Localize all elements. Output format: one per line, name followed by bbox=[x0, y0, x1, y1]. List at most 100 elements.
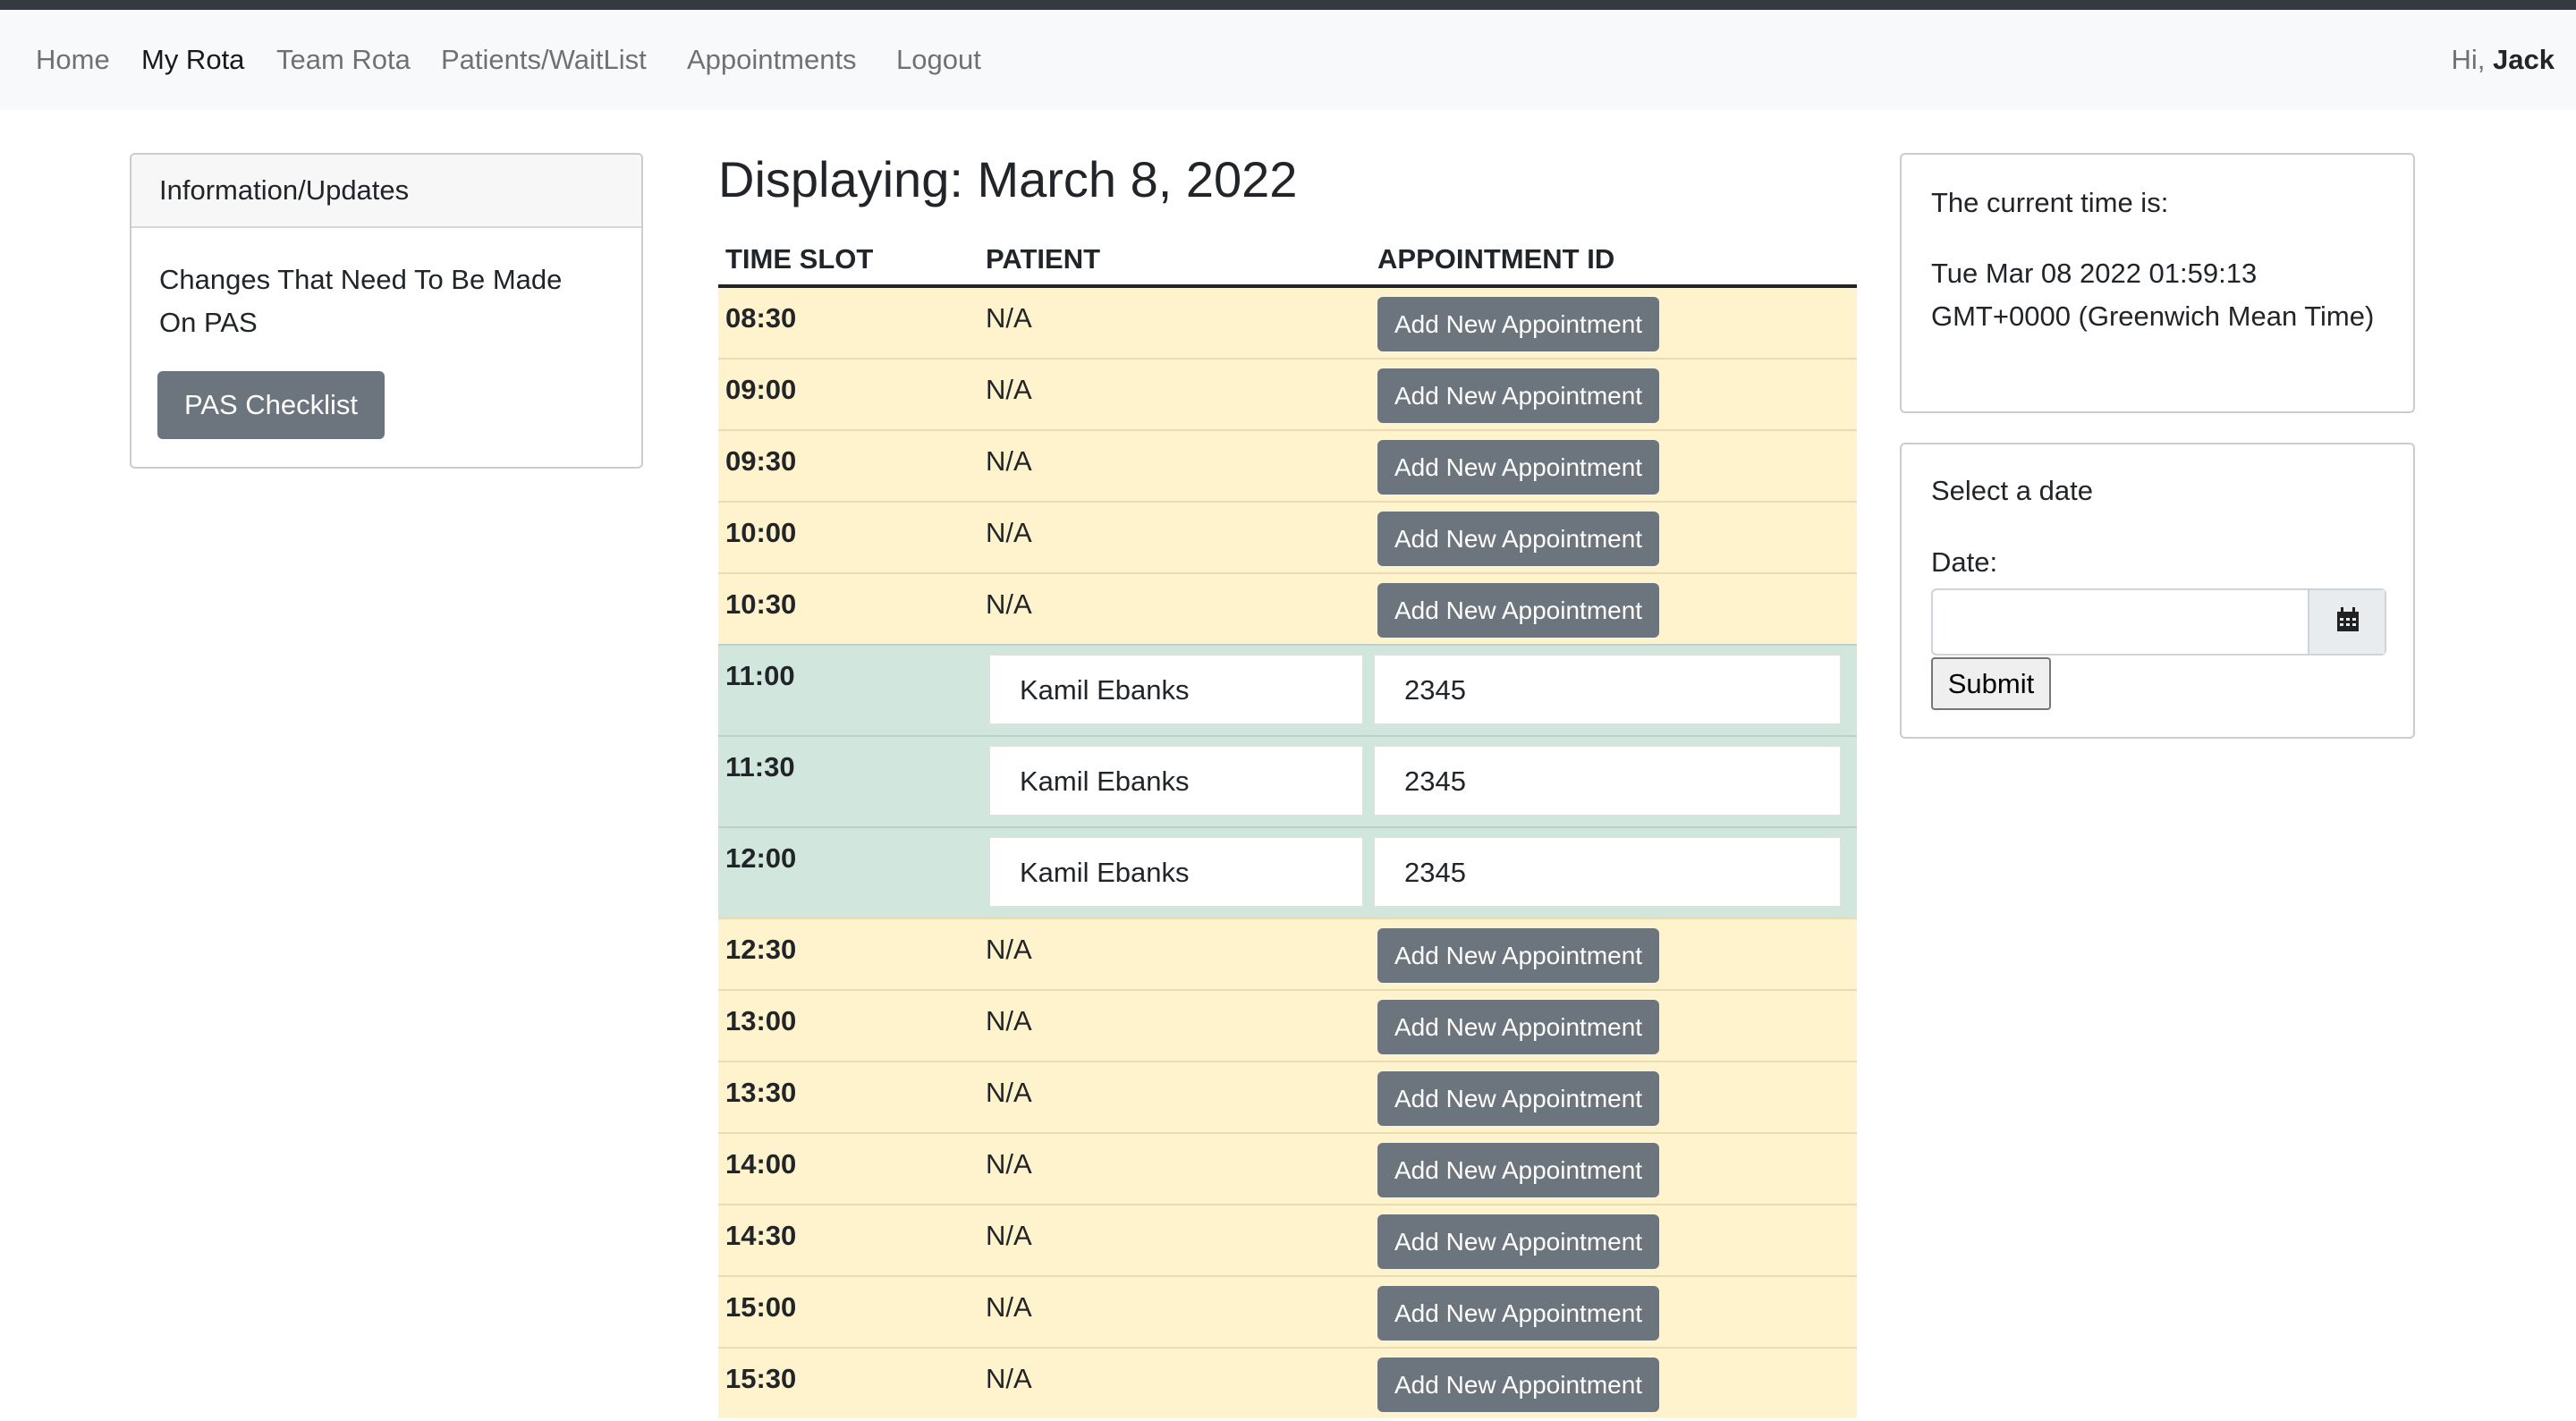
patient-name[interactable]: Kamil Ebanks bbox=[989, 655, 1363, 724]
time-slot: 14:30 bbox=[725, 1220, 797, 1251]
appointment-cell: Add New Appointment bbox=[1370, 1275, 1857, 1348]
appointment-cell: Add New Appointment bbox=[1370, 1204, 1857, 1276]
table-header-row: TIME SLOT PATIENT APPOINTMENT ID bbox=[718, 234, 1857, 288]
patient-na: N/A bbox=[986, 374, 1032, 405]
appointment-id[interactable]: 2345 bbox=[1374, 746, 1841, 816]
time-slot-cell: 15:00 bbox=[718, 1275, 979, 1348]
appointment-cell: Add New Appointment bbox=[1370, 1132, 1857, 1205]
add-new-appointment-button[interactable]: Add New Appointment bbox=[1377, 368, 1660, 423]
time-slot-cell: 12:00 bbox=[718, 826, 979, 918]
patient-cell: N/A bbox=[979, 1204, 1370, 1276]
date-input-group bbox=[1931, 588, 2386, 656]
table-row: 15:30 N/A Add New Appointment bbox=[718, 1347, 1857, 1418]
time-slot-cell: 11:30 bbox=[718, 735, 979, 827]
add-new-appointment-button[interactable]: Add New Appointment bbox=[1377, 1000, 1660, 1054]
add-new-appointment-button[interactable]: Add New Appointment bbox=[1377, 1071, 1660, 1126]
time-slot: 10:30 bbox=[725, 588, 797, 620]
patient-cell: Kamil Ebanks bbox=[979, 735, 1370, 827]
add-new-appointment-button[interactable]: Add New Appointment bbox=[1377, 1214, 1660, 1269]
table-row: 12:30 N/A Add New Appointment bbox=[718, 918, 1857, 990]
patient-name[interactable]: Kamil Ebanks bbox=[989, 746, 1363, 816]
calendar-button[interactable] bbox=[2308, 590, 2385, 654]
add-new-appointment-button[interactable]: Add New Appointment bbox=[1377, 1143, 1660, 1197]
nav-home[interactable]: Home bbox=[36, 10, 110, 110]
patient-na: N/A bbox=[986, 1148, 1032, 1180]
time-slot: 11:00 bbox=[725, 660, 795, 691]
info-card-header: Information/Updates bbox=[131, 155, 641, 228]
appointment-cell: Add New Appointment bbox=[1370, 358, 1857, 430]
patient-cell: Kamil Ebanks bbox=[979, 826, 1370, 918]
nav-patients-waitlist[interactable]: Patients/WaitList bbox=[441, 10, 647, 110]
patient-na: N/A bbox=[986, 1363, 1032, 1394]
patient-cell: N/A bbox=[979, 1347, 1370, 1418]
submit-button[interactable]: Submit bbox=[1931, 657, 2051, 710]
navbar: Home My Rota Team Rota Patients/WaitList… bbox=[0, 10, 2576, 110]
time-slot-cell: 13:30 bbox=[718, 1061, 979, 1133]
current-time-label: The current time is: bbox=[1931, 187, 2169, 218]
user-name: Jack bbox=[2493, 44, 2555, 75]
appointment-id[interactable]: 2345 bbox=[1374, 655, 1841, 724]
add-new-appointment-button[interactable]: Add New Appointment bbox=[1377, 928, 1660, 983]
patient-na: N/A bbox=[986, 1077, 1032, 1108]
appointment-cell: 2345 bbox=[1370, 644, 1857, 736]
appointment-cell: Add New Appointment bbox=[1370, 918, 1857, 990]
table-row: 09:30 N/A Add New Appointment bbox=[718, 429, 1857, 502]
date-select-card: Select a date Date: Submit bbox=[1900, 443, 2415, 739]
add-new-appointment-button[interactable]: Add New Appointment bbox=[1377, 1286, 1660, 1341]
add-new-appointment-button[interactable]: Add New Appointment bbox=[1377, 1358, 1660, 1412]
calendar-icon bbox=[2337, 607, 2359, 631]
time-slot: 11:30 bbox=[725, 751, 795, 782]
appointment-id[interactable]: 2345 bbox=[1374, 837, 1841, 907]
time-slot-cell: 11:00 bbox=[718, 644, 979, 736]
add-new-appointment-button[interactable]: Add New Appointment bbox=[1377, 512, 1660, 566]
patient-cell: N/A bbox=[979, 572, 1370, 645]
time-slot-cell: 14:30 bbox=[718, 1204, 979, 1276]
add-new-appointment-button[interactable]: Add New Appointment bbox=[1377, 297, 1660, 351]
table-row: 09:00 N/A Add New Appointment bbox=[718, 358, 1857, 430]
patient-cell: N/A bbox=[979, 1275, 1370, 1348]
patient-na: N/A bbox=[986, 517, 1032, 548]
pas-checklist-button[interactable]: PAS Checklist bbox=[157, 371, 385, 439]
add-new-appointment-button[interactable]: Add New Appointment bbox=[1377, 583, 1660, 638]
appointment-cell: Add New Appointment bbox=[1370, 501, 1857, 573]
table-row: 15:00 N/A Add New Appointment bbox=[718, 1275, 1857, 1348]
patient-cell: Kamil Ebanks bbox=[979, 644, 1370, 736]
table-row: 10:00 N/A Add New Appointment bbox=[718, 501, 1857, 573]
patient-name[interactable]: Kamil Ebanks bbox=[989, 837, 1363, 907]
table-row: 11:30 Kamil Ebanks 2345 bbox=[718, 735, 1857, 827]
time-slot: 09:30 bbox=[725, 445, 797, 477]
appointment-cell: Add New Appointment bbox=[1370, 989, 1857, 1062]
time-slot-cell: 09:00 bbox=[718, 358, 979, 430]
patient-na: N/A bbox=[986, 934, 1032, 965]
appointment-cell: Add New Appointment bbox=[1370, 429, 1857, 502]
add-new-appointment-button[interactable]: Add New Appointment bbox=[1377, 440, 1660, 495]
time-slot: 15:00 bbox=[725, 1291, 797, 1323]
appointment-cell: 2345 bbox=[1370, 826, 1857, 918]
time-slot: 10:00 bbox=[725, 517, 797, 548]
nav-appointments[interactable]: Appointments bbox=[687, 10, 857, 110]
time-slot: 12:00 bbox=[725, 842, 797, 874]
patient-cell: N/A bbox=[979, 1132, 1370, 1205]
appointment-cell: Add New Appointment bbox=[1370, 1347, 1857, 1418]
greeting-prefix: Hi, bbox=[2451, 44, 2486, 75]
nav-my-rota[interactable]: My Rota bbox=[141, 10, 244, 110]
nav-team-rota[interactable]: Team Rota bbox=[276, 10, 411, 110]
time-slot: 09:00 bbox=[725, 374, 797, 405]
date-input[interactable] bbox=[1933, 590, 2314, 656]
patient-cell: N/A bbox=[979, 989, 1370, 1062]
time-slot-cell: 12:30 bbox=[718, 918, 979, 990]
date-card-title: Select a date bbox=[1931, 475, 2093, 506]
time-slot: 12:30 bbox=[725, 934, 797, 965]
patient-cell: N/A bbox=[979, 358, 1370, 430]
time-slot: 14:00 bbox=[725, 1148, 797, 1180]
patient-na: N/A bbox=[986, 302, 1032, 334]
time-slot-cell: 14:00 bbox=[718, 1132, 979, 1205]
page-title: Displaying: March 8, 2022 bbox=[718, 151, 1298, 207]
nav-logout[interactable]: Logout bbox=[896, 10, 981, 110]
patient-na: N/A bbox=[986, 445, 1032, 477]
table-row: 11:00 Kamil Ebanks 2345 bbox=[718, 644, 1857, 736]
time-slot-cell: 10:00 bbox=[718, 501, 979, 573]
time-slot: 13:30 bbox=[725, 1077, 797, 1108]
rota-table: TIME SLOT PATIENT APPOINTMENT ID 08:30 N/… bbox=[718, 234, 1857, 1418]
time-slot-cell: 15:30 bbox=[718, 1347, 979, 1418]
